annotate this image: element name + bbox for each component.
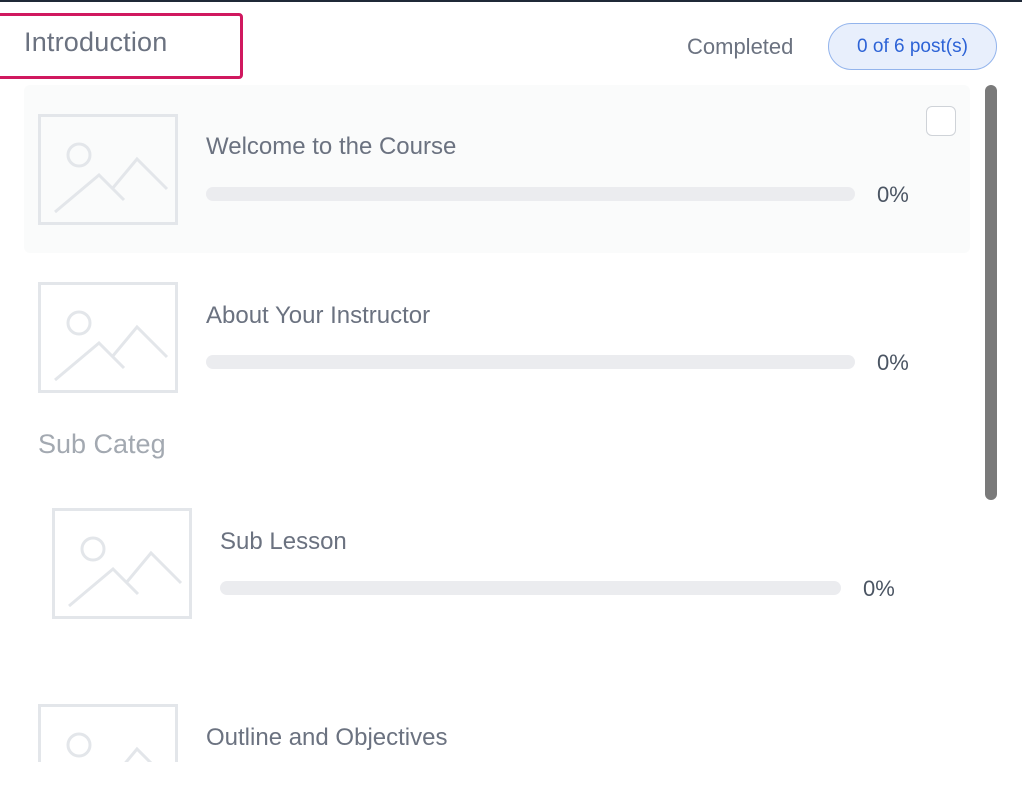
image-placeholder-icon — [52, 508, 192, 619]
lesson-progress-percent: 0% — [863, 576, 895, 601]
image-placeholder-icon — [38, 114, 178, 225]
lesson-progress-bar — [206, 355, 855, 369]
lesson-title[interactable]: Outline and Objectives — [206, 724, 447, 752]
lesson-title[interactable]: Welcome to the Course — [206, 133, 456, 161]
lesson-progress-bar — [220, 581, 841, 595]
completed-label: Completed — [687, 34, 794, 59]
lesson-progress-bar — [206, 187, 855, 201]
section-title[interactable]: Introduction — [24, 27, 168, 58]
image-placeholder-icon — [38, 282, 178, 393]
lesson-item[interactable]: Welcome to the Course 0% — [24, 85, 970, 253]
sub-lesson-item[interactable]: Sub Lesson 0% — [24, 480, 970, 648]
lesson-title[interactable]: Sub Lesson — [220, 528, 347, 556]
completion-badge: 0 of 6 post(s) — [828, 23, 997, 70]
mark-complete-checkbox[interactable] — [926, 106, 956, 136]
image-placeholder-icon — [38, 704, 178, 762]
sub-category-title[interactable]: Sub Categ — [38, 429, 166, 460]
lesson-item[interactable]: Outline and Objectives — [24, 676, 970, 762]
lesson-progress-percent: 0% — [877, 350, 909, 375]
scrollbar-thumb[interactable] — [985, 85, 997, 500]
course-content-panel: Introduction Completed 0 of 6 post(s) We… — [0, 0, 1022, 806]
top-divider — [0, 0, 1022, 2]
lesson-item[interactable]: About Your Instructor 0% — [24, 254, 970, 422]
lesson-title[interactable]: About Your Instructor — [206, 302, 430, 330]
lesson-progress-percent: 0% — [877, 182, 909, 207]
